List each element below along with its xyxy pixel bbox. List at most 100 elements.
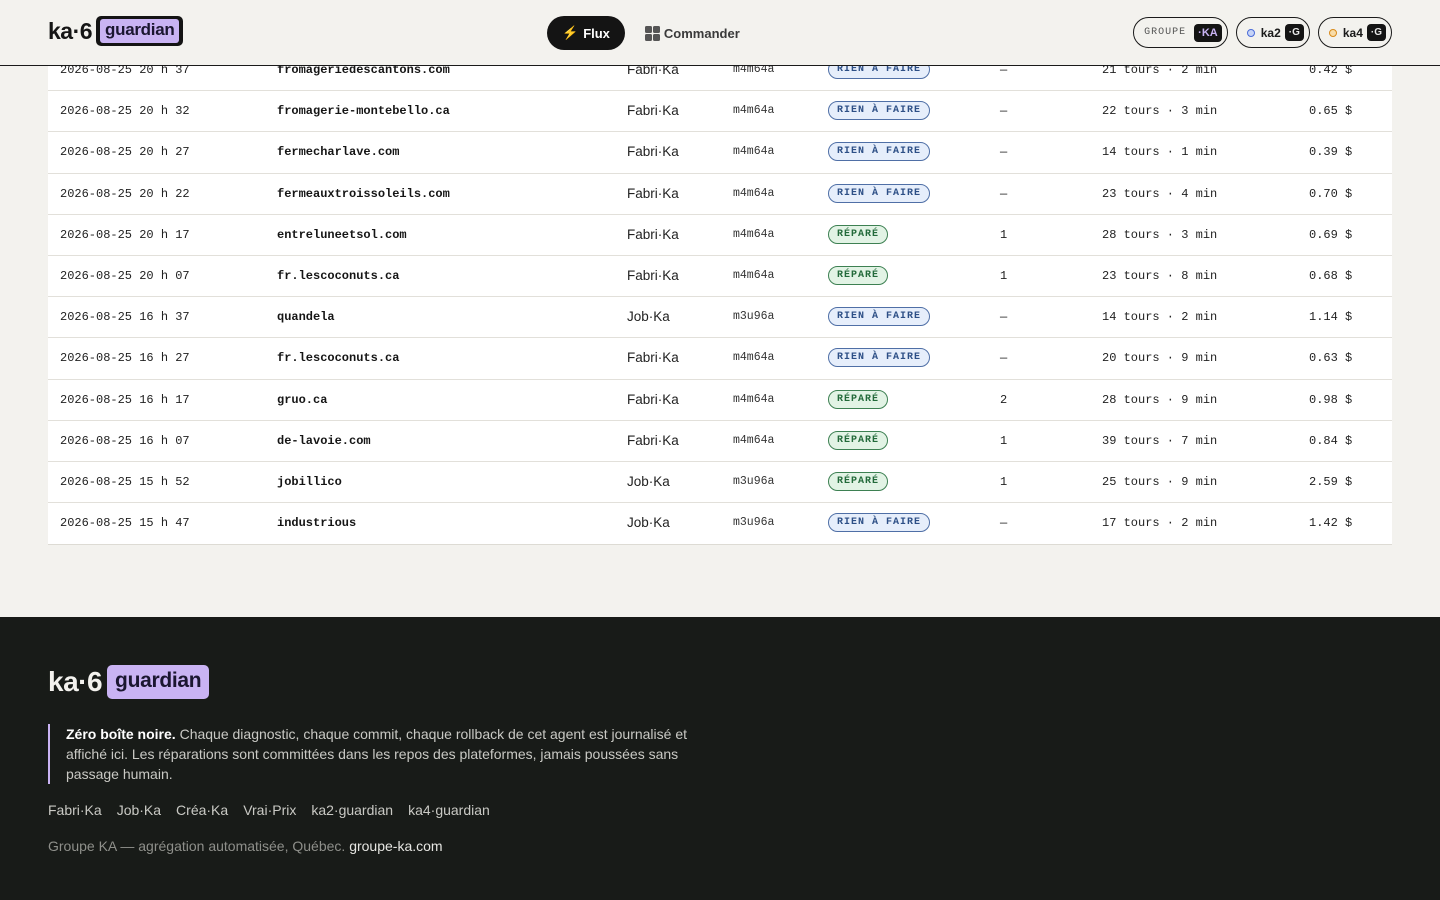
run-model: m4m64a bbox=[733, 227, 775, 241]
table-row[interactable]: 2026-08-25 20 h 17 entreluneetsol.com Fabr… bbox=[48, 215, 1392, 256]
ka2-name: ka2 bbox=[1260, 25, 1281, 40]
table-row[interactable]: 2026-08-25 15 h 47 industrious Job·Ka m3u96… bbox=[48, 503, 1392, 544]
run-platform: Job·Ka bbox=[627, 515, 670, 531]
run-domain: fermeauxtroissoleils.com bbox=[277, 186, 450, 201]
run-status: RÉPARÉ bbox=[828, 224, 889, 244]
footer-link[interactable]: Vrai·Prix bbox=[243, 802, 296, 818]
footer-link[interactable]: ka2·guardian bbox=[311, 802, 393, 818]
groupe-ka-link[interactable]: groupe-ka.com bbox=[349, 838, 442, 854]
footer-logo-badge: guardian bbox=[107, 665, 210, 699]
run-domain: fermecharlave.com bbox=[277, 145, 400, 160]
run-domain: fr.lescoconuts.ca bbox=[277, 268, 400, 283]
run-repair-count: 1 bbox=[1000, 474, 1008, 489]
run-model: m4m64a bbox=[733, 433, 775, 447]
run-platform: Fabri·Ka bbox=[627, 432, 679, 448]
run-status: RIEN À FAIRE bbox=[828, 513, 931, 533]
run-status: RÉPARÉ bbox=[828, 430, 889, 450]
run-tours: 28 tours · 9 min bbox=[1102, 392, 1218, 407]
statement-bold: Zéro boîte noire. bbox=[66, 726, 176, 742]
run-date: 2026-08-25 20 h 27 bbox=[60, 145, 190, 160]
status-badge: RÉPARÉ bbox=[828, 389, 889, 409]
run-model: m4m64a bbox=[733, 186, 775, 200]
table-row[interactable]: 2026-08-25 16 h 27 fr.lescoconuts.ca Fabri… bbox=[48, 338, 1392, 380]
run-repair-count: — bbox=[1000, 351, 1008, 366]
site-switcher: GROUPE ·KA ka2 ·G ka4 ·G bbox=[1125, 17, 1392, 48]
run-repair-count: 1 bbox=[1000, 268, 1008, 283]
run-domain: gruo.ca bbox=[277, 392, 328, 407]
status-badge: RÉPARÉ bbox=[828, 224, 889, 244]
ka4-name: ka4 bbox=[1342, 25, 1363, 40]
run-status: RIEN À FAIRE bbox=[828, 142, 931, 162]
groupe-ka-pill[interactable]: GROUPE ·KA bbox=[1133, 17, 1228, 48]
run-repair-count: 1 bbox=[1000, 433, 1008, 448]
run-repair-count: 2 bbox=[1000, 392, 1008, 407]
run-status: RIEN À FAIRE bbox=[828, 183, 931, 203]
run-date: 2026-08-25 20 h 07 bbox=[60, 268, 190, 283]
nav-flux-label: Flux bbox=[583, 25, 610, 41]
run-model: m4m64a bbox=[733, 268, 775, 282]
run-domain: fromagerie-montebello.ca bbox=[277, 104, 450, 119]
table-row[interactable]: 2026-08-25 15 h 52 jobillico Job·Ka m3u96a 1… bbox=[48, 462, 1392, 504]
status-dot-icon bbox=[1328, 28, 1337, 37]
run-cost: 0.98 $ bbox=[1309, 392, 1353, 407]
run-repair-count: — bbox=[1000, 310, 1008, 325]
ka2-guardian-pill[interactable]: ka2 ·G bbox=[1235, 17, 1310, 48]
status-badge: RIEN À FAIRE bbox=[828, 513, 931, 533]
status-badge: RÉPARÉ bbox=[828, 430, 889, 450]
nav-commander-button[interactable]: Commander bbox=[644, 16, 740, 50]
footer-link[interactable]: Fabri·Ka bbox=[48, 802, 102, 818]
table-row[interactable]: 2026-08-25 20 h 07 fr.lescoconuts.ca Fabri… bbox=[48, 256, 1392, 298]
run-repair-count: 1 bbox=[1000, 227, 1008, 242]
run-platform: Job·Ka bbox=[627, 309, 670, 325]
nav-flux-button[interactable]: ⚡ Flux bbox=[547, 16, 625, 50]
run-model: m4m64a bbox=[733, 104, 775, 118]
copyright-text: Groupe KA — agrégation automatisée, Québ… bbox=[48, 838, 350, 854]
run-cost: 0.69 $ bbox=[1309, 227, 1353, 242]
run-tours: 23 tours · 4 min bbox=[1102, 186, 1218, 201]
run-model: m4m64a bbox=[733, 145, 775, 159]
table-row[interactable]: 2026-08-25 16 h 37 quandela Job·Ka m3u96a — 1… bbox=[48, 297, 1392, 339]
run-platform: Fabri·Ka bbox=[627, 226, 679, 242]
table-row[interactable]: 2026-08-25 20 h 22 fermeauxtroissoleils.c… bbox=[48, 174, 1392, 215]
run-date: 2026-08-25 20 h 22 bbox=[60, 186, 190, 201]
footer-link[interactable]: ka4·guardian bbox=[408, 802, 490, 818]
ka6-guardian-logo[interactable]: ka·6 guardian bbox=[48, 16, 184, 46]
run-domain: industrious bbox=[277, 516, 357, 531]
footer-link[interactable]: Créa·Ka bbox=[176, 802, 228, 818]
status-badge: RIEN À FAIRE bbox=[828, 307, 931, 327]
run-model: m4m64a bbox=[733, 351, 775, 365]
footer: ka·6 guardian Zéro boîte noire. Chaque d… bbox=[0, 617, 1440, 900]
run-date: 2026-08-25 15 h 47 bbox=[60, 516, 190, 531]
table-row[interactable]: 2026-08-25 20 h 27 fermecharlave.com Fabri… bbox=[48, 132, 1392, 174]
status-badge: RÉPARÉ bbox=[828, 265, 889, 285]
footer-link[interactable]: Job·Ka bbox=[117, 802, 161, 818]
table-row[interactable]: 2026-08-25 20 h 32 fromagerie-montebello.… bbox=[48, 91, 1392, 133]
run-cost: 0.63 $ bbox=[1309, 351, 1353, 366]
run-domain: entreluneetsol.com bbox=[277, 227, 407, 242]
run-tours: 28 tours · 3 min bbox=[1102, 227, 1218, 242]
ka4-guardian-pill[interactable]: ka4 ·G bbox=[1317, 17, 1392, 48]
table-row[interactable]: 2026-08-25 16 h 17 gruo.ca Fabri·Ka m4m64a 2… bbox=[48, 380, 1392, 421]
run-date: 2026-08-25 16 h 27 bbox=[60, 351, 190, 366]
run-platform: Fabri·Ka bbox=[627, 185, 679, 201]
run-domain: quandela bbox=[277, 310, 335, 325]
footer-logo-text: ka·6 bbox=[48, 666, 103, 697]
run-repair-count: — bbox=[1000, 104, 1008, 119]
groupe-label: GROUPE bbox=[1144, 27, 1187, 38]
run-platform: Fabri·Ka bbox=[627, 350, 679, 366]
table-row[interactable]: 2026-08-25 16 h 07 de-lavoie.com Fabri·Ka m… bbox=[48, 421, 1392, 462]
run-tours: 17 tours · 2 min bbox=[1102, 516, 1218, 531]
run-status: RÉPARÉ bbox=[828, 389, 889, 409]
run-cost: 0.39 $ bbox=[1309, 145, 1353, 160]
run-domain: de-lavoie.com bbox=[277, 433, 371, 448]
run-status: RÉPARÉ bbox=[828, 471, 889, 491]
run-tours: 14 tours · 1 min bbox=[1102, 145, 1218, 160]
groupe-tag: ·KA bbox=[1194, 23, 1222, 42]
ka4-tag: ·G bbox=[1366, 24, 1386, 41]
status-badge: RÉPARÉ bbox=[828, 471, 889, 491]
grid-icon bbox=[644, 25, 660, 41]
run-tours: 25 tours · 9 min bbox=[1102, 474, 1218, 489]
run-model: m3u96a bbox=[733, 310, 775, 324]
footer-copyright: Groupe KA — agrégation automatisée, Québ… bbox=[48, 838, 443, 854]
run-cost: 1.14 $ bbox=[1309, 310, 1353, 325]
